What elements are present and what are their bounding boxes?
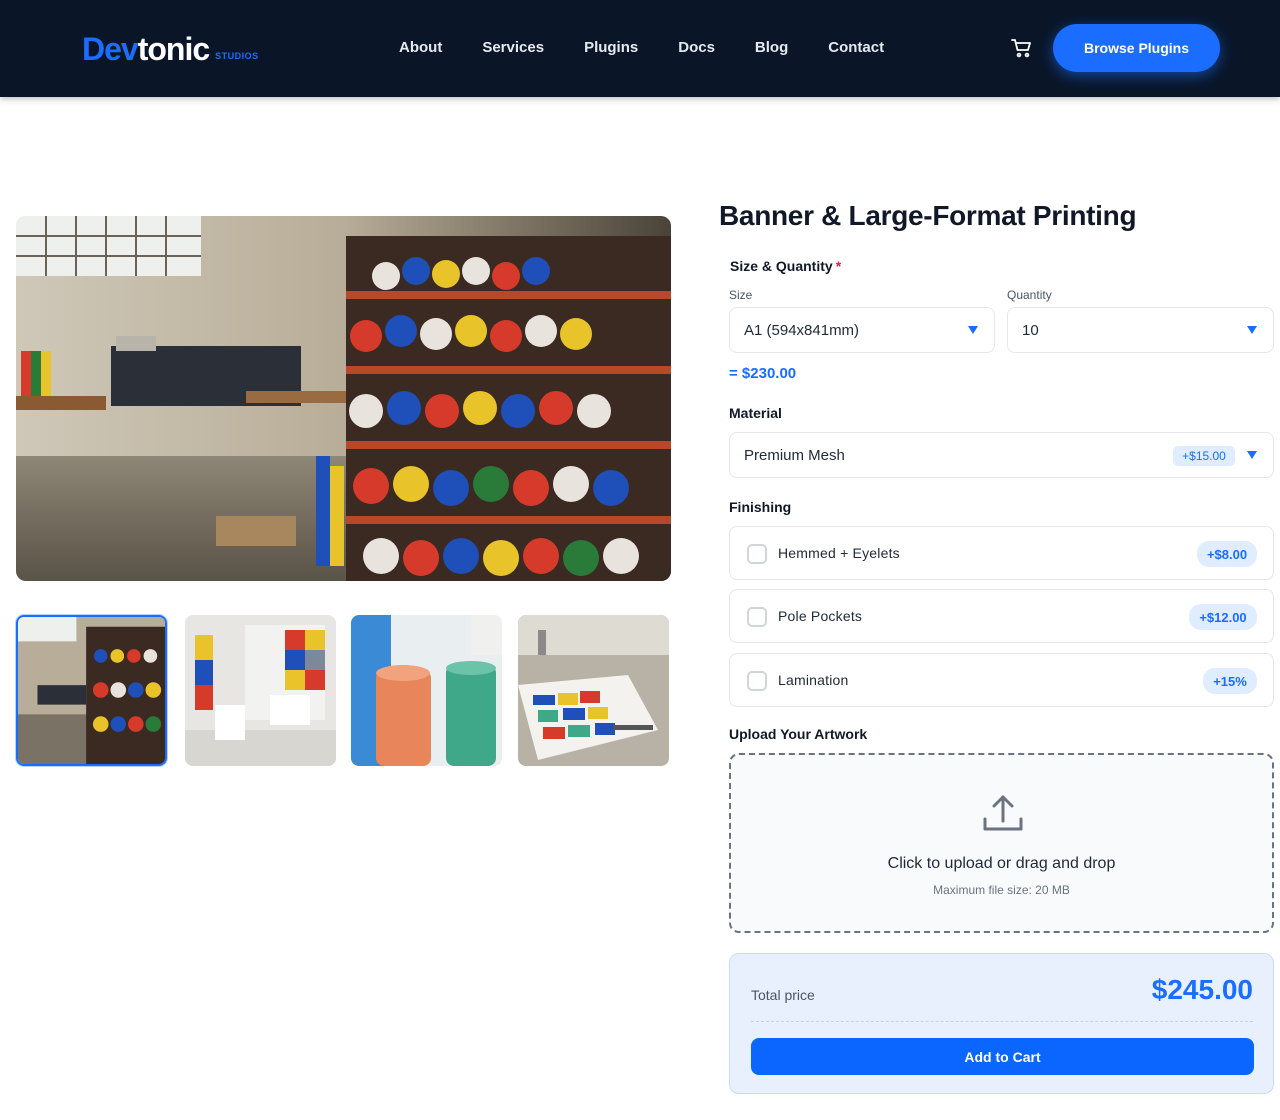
add-to-cart-button[interactable]: Add to Cart	[751, 1038, 1254, 1075]
total-price-label: Total price	[751, 987, 815, 1003]
main-nav: About Services Plugins Docs Blog Contact	[399, 38, 924, 58]
cart-icon[interactable]	[1010, 36, 1034, 60]
thumbnail-3[interactable]	[351, 615, 502, 766]
total-price-box: Total price $245.00 Add to Cart	[729, 953, 1274, 1094]
logo-dev: Dev	[82, 31, 139, 67]
browse-plugins-button[interactable]: Browse Plugins	[1053, 24, 1220, 72]
finishing-label: Finishing	[729, 499, 792, 515]
finishing-option-label: Pole Pockets	[778, 608, 863, 624]
upload-max-size: Maximum file size: 20 MB	[933, 883, 1070, 897]
size-select-value: A1 (594x841mm)	[744, 321, 860, 339]
divider	[751, 1021, 1253, 1022]
site-header: Dev tonic STUDIOS About Services Plugins…	[0, 0, 1280, 97]
product-main-image	[16, 216, 671, 581]
material-price-badge: +$15.00	[1173, 446, 1235, 466]
size-select[interactable]: A1 (594x841mm)	[729, 307, 995, 353]
product-title: Banner & Large-Format Printing	[719, 200, 1137, 231]
upload-icon	[981, 791, 1025, 835]
quantity-label: Quantity	[1007, 288, 1052, 302]
upload-label: Upload Your Artwork	[729, 726, 868, 742]
checkbox[interactable]	[747, 607, 767, 627]
upload-instruction: Click to upload or drag and drop	[887, 855, 1116, 872]
finishing-price-badge: +$8.00	[1197, 541, 1257, 567]
total-price-value: $245.00	[1151, 974, 1253, 1005]
quantity-select[interactable]: 10	[1007, 307, 1274, 353]
material-label: Material	[729, 405, 782, 421]
nav-about[interactable]: About	[399, 38, 442, 58]
finishing-option-pole-pockets[interactable]: Pole Pockets +$12.00	[729, 589, 1274, 643]
logo[interactable]: Dev tonic STUDIOS	[82, 30, 259, 66]
required-mark: *	[835, 258, 842, 274]
artwork-upload-dropzone[interactable]: Click to upload or drag and drop Maximum…	[729, 753, 1274, 933]
dropdown-caret-icon	[968, 326, 978, 334]
material-select-value: Premium Mesh	[744, 446, 845, 464]
nav-services[interactable]: Services	[482, 38, 544, 58]
finishing-option-lamination[interactable]: Lamination +15%	[729, 653, 1274, 707]
checkbox[interactable]	[747, 544, 767, 564]
nav-plugins[interactable]: Plugins	[584, 38, 638, 58]
logo-tonic: tonic	[137, 31, 210, 67]
logo-studios: STUDIOS	[215, 51, 259, 61]
finishing-price-badge: +$12.00	[1189, 604, 1257, 630]
finishing-option-label: Lamination	[778, 672, 849, 688]
size-quantity-label: Size & Quantity *	[730, 258, 841, 274]
dropdown-caret-icon	[1247, 326, 1257, 334]
size-quantity-text: Size & Quantity	[730, 258, 833, 274]
thumbnail-1[interactable]	[16, 615, 167, 766]
size-label: Size	[729, 288, 753, 302]
checkbox[interactable]	[747, 671, 767, 691]
finishing-price-badge: +15%	[1203, 668, 1257, 694]
finishing-option-label: Hemmed + Eyelets	[778, 545, 900, 561]
dropdown-caret-icon	[1247, 451, 1257, 459]
nav-blog[interactable]: Blog	[755, 38, 788, 58]
thumbnail-2[interactable]	[185, 615, 336, 766]
finishing-option-hemmed-eyelets[interactable]: Hemmed + Eyelets +$8.00	[729, 526, 1274, 580]
nav-contact[interactable]: Contact	[828, 38, 884, 58]
thumbnail-4[interactable]	[518, 615, 669, 766]
nav-docs[interactable]: Docs	[678, 38, 715, 58]
subtotal-price: = $230.00	[729, 365, 797, 382]
quantity-select-value: 10	[1022, 321, 1039, 339]
material-select[interactable]: Premium Mesh +$15.00	[729, 432, 1274, 478]
